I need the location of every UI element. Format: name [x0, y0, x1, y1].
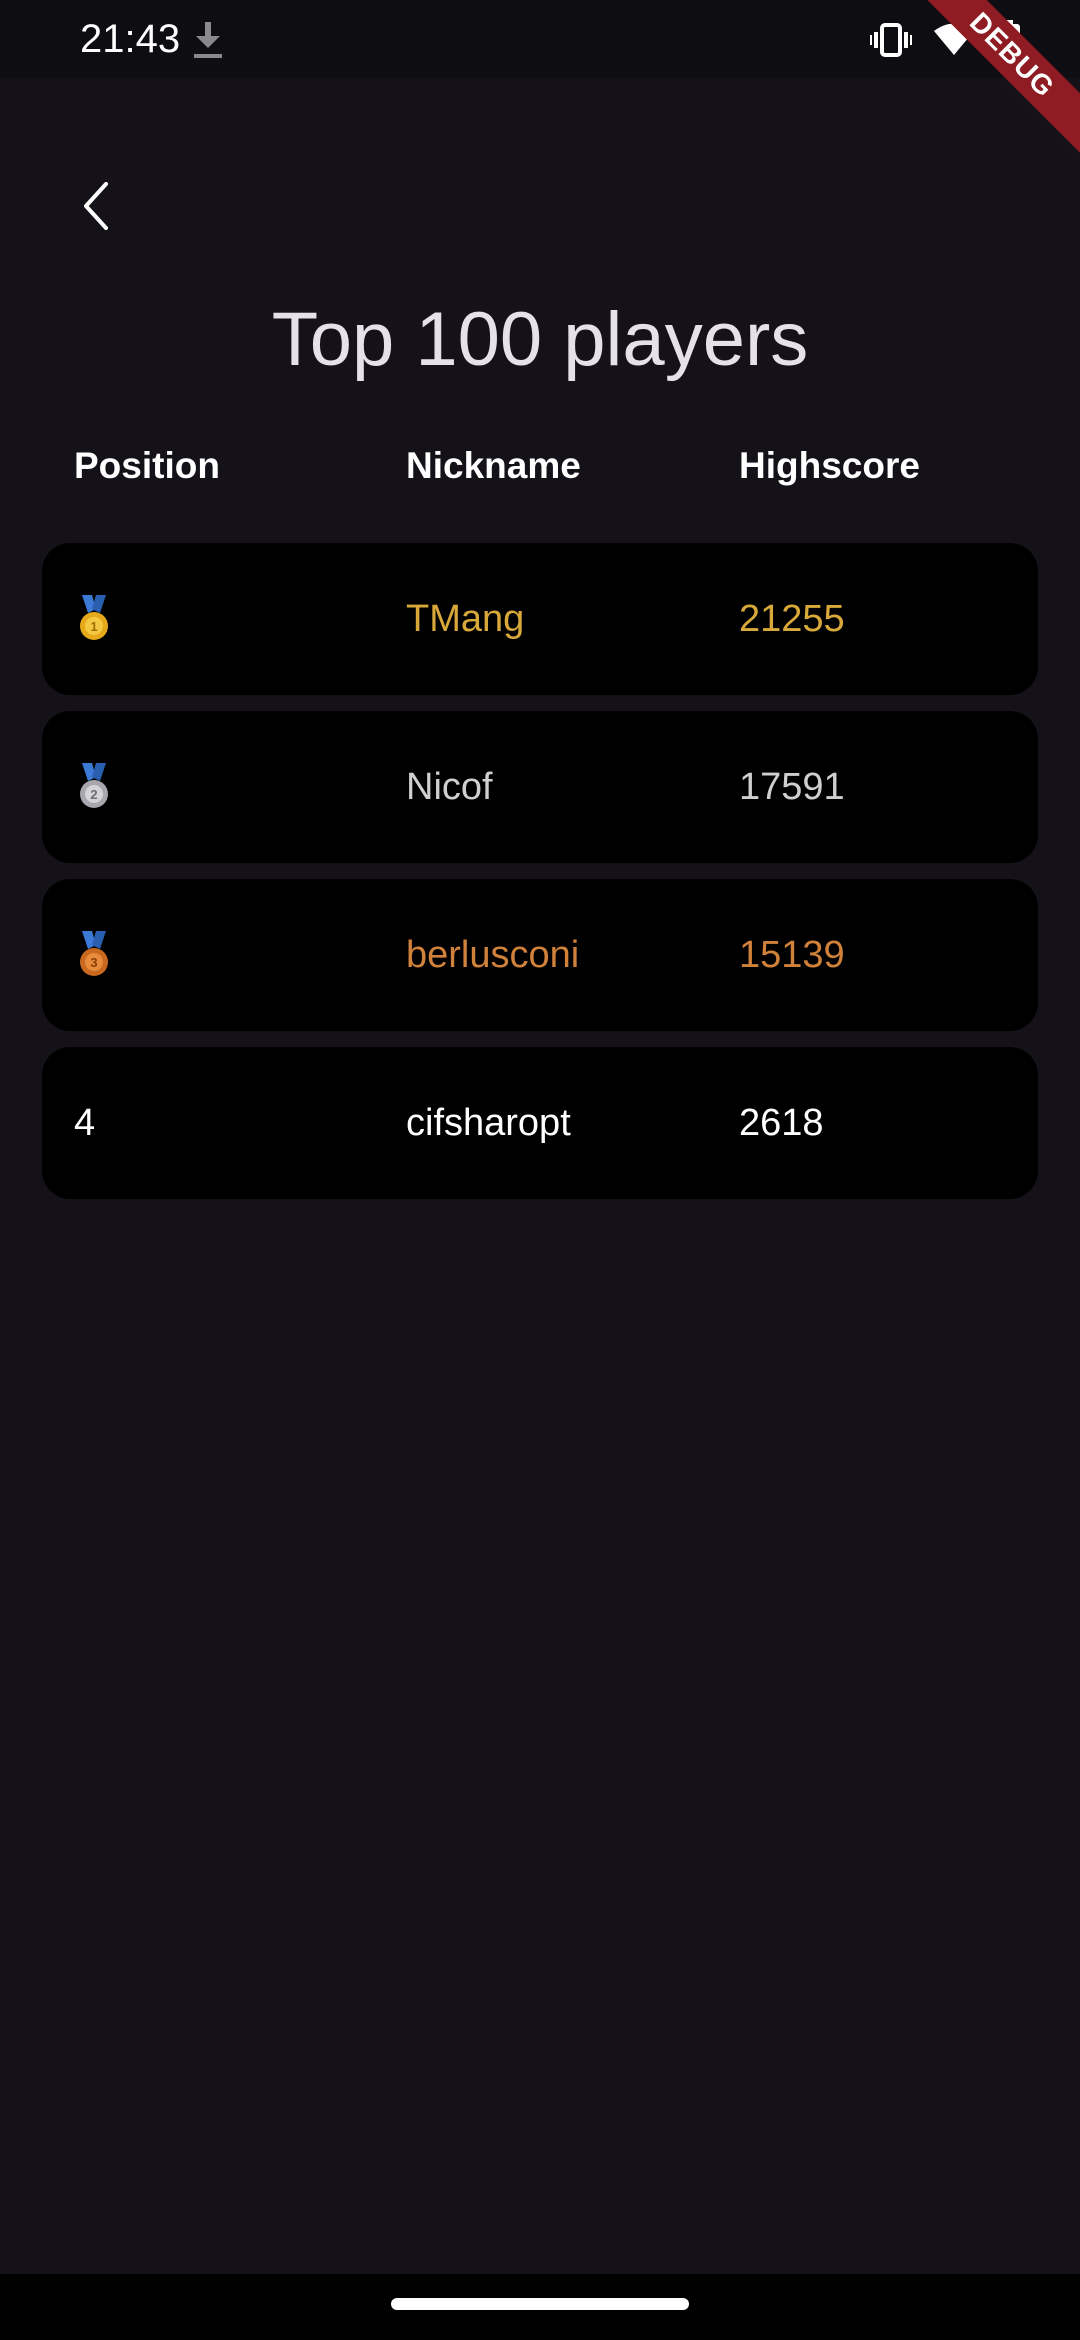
vibrate-icon [870, 23, 912, 57]
status-bar: 21:43 [0, 0, 1080, 78]
highscore-cell: 17591 [739, 766, 845, 808]
page-title: Top 100 players [271, 297, 809, 382]
highscore-cell: 2618 [739, 1102, 824, 1144]
column-header-nickname: Nickname [406, 445, 581, 486]
status-icons [870, 18, 1020, 62]
column-header-position: Position [74, 445, 220, 486]
bronze-medal-icon: 3 [80, 931, 108, 976]
status-time: 21:43 [80, 17, 181, 61]
home-gesture-handle[interactable] [391, 2298, 689, 2310]
leaderboard-list: 1 TMang 21255 2 Nicof 17591 3 berlusconi… [42, 543, 1038, 1215]
highscore-cell: 21255 [739, 598, 845, 640]
nickname-cell: TMang [406, 598, 525, 640]
download-icon [194, 22, 222, 58]
position-cell: 4 [74, 1102, 96, 1144]
leaderboard-screen: 21:43 DEBUG Top 100 players Position Nic… [0, 0, 1080, 2340]
svg-text:2: 2 [90, 787, 97, 802]
nickname-cell: Nicof [406, 766, 493, 808]
table-row[interactable]: 1 TMang 21255 [42, 543, 1038, 695]
nickname-cell: berlusconi [406, 934, 580, 976]
silver-medal-icon: 2 [80, 763, 108, 808]
chevron-left-icon [84, 182, 108, 230]
table-header: Position Nickname Highscore [74, 440, 1034, 492]
position-cell: 3 [74, 879, 114, 1031]
navigation-bar [0, 2274, 1080, 2340]
gold-medal-icon: 1 [80, 595, 108, 640]
battery-charging-icon [996, 20, 1020, 60]
column-header-highscore: Highscore [739, 445, 920, 486]
table-row[interactable]: 4 cifsharopt 2618 [42, 1047, 1038, 1199]
highscore-cell: 15139 [739, 934, 845, 976]
back-button[interactable] [60, 170, 132, 242]
svg-text:1: 1 [90, 619, 97, 634]
nickname-cell: cifsharopt [406, 1102, 571, 1144]
wifi-icon [934, 24, 974, 55]
table-row[interactable]: 3 berlusconi 15139 [42, 879, 1038, 1031]
svg-text:3: 3 [90, 955, 97, 970]
position-cell: 1 [74, 543, 114, 695]
position-cell: 2 [74, 711, 114, 863]
table-row[interactable]: 2 Nicof 17591 [42, 711, 1038, 863]
